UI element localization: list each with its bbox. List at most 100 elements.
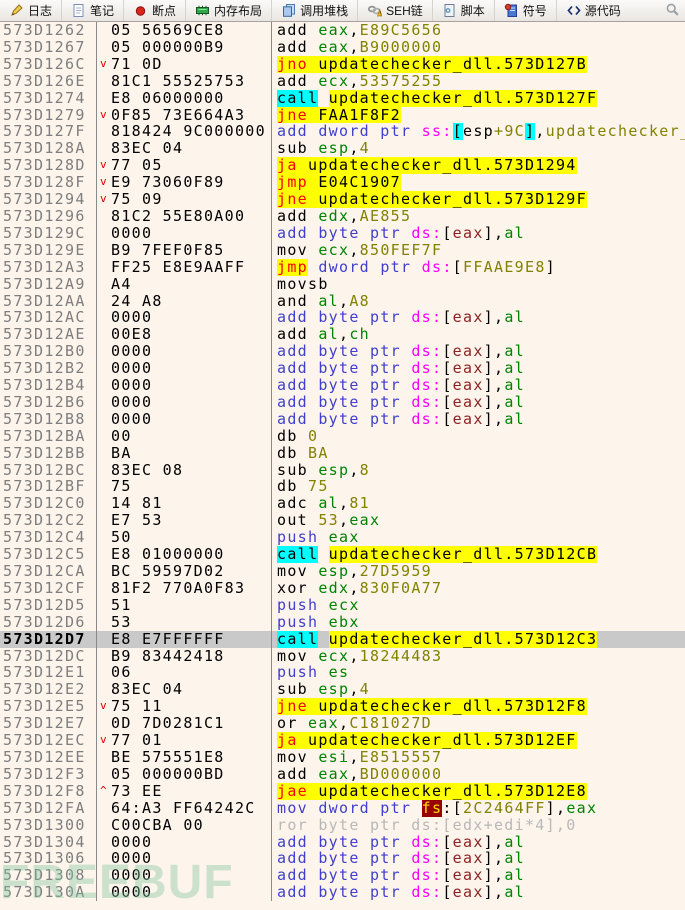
disasm-row[interactable]: 573D12B40000add byte ptr ds:[eax],al	[0, 377, 685, 394]
disasm-cell: or eax,C181027D	[272, 715, 685, 732]
tab-notes[interactable]: 笔记	[61, 0, 123, 21]
tab-log[interactable]: 日志	[0, 0, 61, 21]
disasm-cell: xor edx,830F0A77	[272, 580, 685, 597]
disasm-row[interactable]: 573D126E81C1 55525753add ecx,53575255	[0, 73, 685, 90]
tab-seh-chain[interactable]: !SEH链	[357, 0, 432, 21]
disasm-row[interactable]: 573D128Dv77 05ja updatechecker_dll.573D1…	[0, 157, 685, 174]
tab-source[interactable]: 源代码	[556, 0, 630, 21]
tab-breakpoints[interactable]: 断点	[123, 0, 185, 21]
disasm-row[interactable]: 573D126705 000000B9add eax,B9000000	[0, 39, 685, 56]
disasm-row[interactable]: 573D12D551push ecx	[0, 597, 685, 614]
disasm-row[interactable]: 573D12D653push ebx	[0, 614, 685, 631]
disasm-row[interactable]: 573D130A0000add byte ptr ds:[eax],al	[0, 884, 685, 901]
disassembly-view[interactable]: 573D126205 56569CE8add eax,E89C5656573D1…	[0, 22, 685, 902]
disasm-row[interactable]: 573D12ECv77 01ja updatechecker_dll.573D1…	[0, 732, 685, 749]
address-cell: 573D12C0	[0, 495, 97, 512]
disasm-row[interactable]: 573D1294v75 09jne updatechecker_dll.573D…	[0, 191, 685, 208]
tab-call-stack[interactable]: 调用堆栈	[271, 0, 357, 21]
bytes-cell: 0000	[97, 394, 272, 411]
address-cell: 573D1300	[0, 817, 97, 834]
disasm-row[interactable]: 573D129681C2 55E80A00add edx,AE855	[0, 208, 685, 225]
opcode-bytes: 00	[111, 428, 132, 445]
address-cell: 573D1279	[0, 107, 97, 124]
bytes-cell: v0F85 73E664A3	[97, 107, 272, 124]
disasm-cell: call updatechecker_dll.573D12CB	[272, 546, 685, 563]
tab-memory-map[interactable]: 内存布局	[185, 0, 271, 21]
opcode-bytes: 14 81	[111, 495, 163, 512]
disasm-row[interactable]: 573D12C5E8 01000000call updatechecker_dl…	[0, 546, 685, 563]
address-cell: 573D12BF	[0, 478, 97, 495]
disasm-cell: adc al,81	[272, 495, 685, 512]
disasm-row[interactable]: 573D12BBBAdb BA	[0, 445, 685, 462]
disasm-row[interactable]: 573D13060000add byte ptr ds:[eax],al	[0, 850, 685, 867]
disasm-row[interactable]: 573D12E5v75 11jne updatechecker_dll.573D…	[0, 698, 685, 715]
disasm-row[interactable]: 573D12C2E7 53out 53,eax	[0, 512, 685, 529]
disasm-row[interactable]: 573D12AA24 A8and al,A8	[0, 293, 685, 310]
disasm-row[interactable]: 573D12A9A4movsb	[0, 276, 685, 293]
disasm-row[interactable]: 573D128FvE9 73060F89jmp E04C1907	[0, 174, 685, 191]
arrow-slot	[97, 462, 111, 479]
disasm-cell: sub esp,4	[272, 681, 685, 698]
disasm-row[interactable]: 573D12B20000add byte ptr ds:[eax],al	[0, 360, 685, 377]
disasm-row[interactable]: 573D12B80000add byte ptr ds:[eax],al	[0, 411, 685, 428]
disasm-cell: mov ecx,850FEF7F	[272, 242, 685, 259]
disasm-row[interactable]: 573D1279v0F85 73E664A3jne FAA1F8F2	[0, 107, 685, 124]
disasm-row[interactable]: 573D1274E8 06000000call updatechecker_dl…	[0, 90, 685, 107]
opcode-bytes: 64:A3 FF64242C	[111, 800, 256, 817]
disasm-row[interactable]: 573D12AE00E8add al,ch	[0, 326, 685, 343]
disasm-row[interactable]: 573D12F305 000000BDadd eax,BD000000	[0, 766, 685, 783]
disasm-row[interactable]: 573D12E283EC 04sub esp,4	[0, 681, 685, 698]
disasm-row[interactable]: 573D12B60000add byte ptr ds:[eax],al	[0, 394, 685, 411]
disasm-row[interactable]: 573D12CF81F2 770A0F83xor edx,830F0A77	[0, 580, 685, 597]
search-button[interactable]	[660, 0, 685, 21]
bytes-cell: 83EC 04	[97, 681, 272, 698]
arrow-slot	[97, 681, 111, 698]
disasm-cell: add al,ch	[272, 326, 685, 343]
address-cell: 573D127F	[0, 123, 97, 140]
disasm-row[interactable]: 573D12BC83EC 08sub esp,8	[0, 462, 685, 479]
disasm-row[interactable]: 573D127F818424 9C000000add dword ptr ss:…	[0, 123, 685, 140]
opcode-bytes: 75 09	[111, 191, 163, 208]
bytes-cell: FF25 E8E9AAFF	[97, 259, 272, 276]
tab-label: 源代码	[585, 2, 621, 19]
disasm-row[interactable]: 573D12E70D 7D0281C1or eax,C181027D	[0, 715, 685, 732]
disasm-row[interactable]: 573D12FA64:A3 FF64242Cmov dword ptr fs:[…	[0, 800, 685, 817]
bytes-cell: 50	[97, 529, 272, 546]
disasm-cell: jmp dword ptr ds:[FFAAE9E8]	[272, 259, 685, 276]
disasm-row[interactable]: 573D128A83EC 04sub esp,4	[0, 140, 685, 157]
disasm-row[interactable]: 573D129C0000add byte ptr ds:[eax],al	[0, 225, 685, 242]
opcode-bytes: 00E8	[111, 326, 152, 343]
disasm-row[interactable]: 573D12B00000add byte ptr ds:[eax],al	[0, 343, 685, 360]
disasm-cell: jmp E04C1907	[272, 174, 685, 191]
disasm-row[interactable]: 573D12C450push eax	[0, 529, 685, 546]
disasm-row[interactable]: 573D126205 56569CE8add eax,E89C5656	[0, 22, 685, 39]
bytes-cell: BE 575551E8	[97, 749, 272, 766]
tab-script[interactable]: 脚本	[432, 0, 494, 21]
disasm-row[interactable]: 573D12CABC 59597D02mov esp,27D5959	[0, 563, 685, 580]
disasm-row[interactable]: 573D13040000add byte ptr ds:[eax],al	[0, 834, 685, 851]
opcode-bytes: 0000	[111, 343, 152, 360]
disasm-row[interactable]: 573D12DCB9 83442418mov ecx,18244483	[0, 648, 685, 665]
tab-symbols[interactable]: 符号	[494, 0, 556, 21]
disasm-row[interactable]: 573D12EEBE 575551E8mov esi,E8515557	[0, 749, 685, 766]
disasm-row[interactable]: 573D12AC0000add byte ptr ds:[eax],al	[0, 309, 685, 326]
disasm-row[interactable]: 573D12BA00db 0	[0, 428, 685, 445]
disasm-cell: call updatechecker_dll.573D127F	[272, 90, 685, 107]
disasm-row[interactable]: 573D12E106push es	[0, 664, 685, 681]
disasm-row[interactable]: 573D12F8^73 EEjae updatechecker_dll.573D…	[0, 783, 685, 800]
disasm-row[interactable]: 573D12A3FF25 E8E9AAFFjmp dword ptr ds:[F…	[0, 259, 685, 276]
disasm-row[interactable]: 573D1300C00CBA 00ror byte ptr ds:[edx+ed…	[0, 817, 685, 834]
disasm-row[interactable]: 573D12BF75db 75	[0, 478, 685, 495]
opcode-bytes: E8 E7FFFFFF	[111, 631, 225, 648]
opcode-bytes: 71 0D	[111, 56, 163, 73]
bytes-cell: 53	[97, 614, 272, 631]
opcode-bytes: 05 56569CE8	[111, 22, 225, 39]
disasm-row-selected[interactable]: 573D12D7E8 E7FFFFFFcall updatechecker_dl…	[0, 631, 685, 648]
disasm-row[interactable]: 573D13080000add byte ptr ds:[eax],al	[0, 867, 685, 884]
disasm-row[interactable]: 573D126Cv71 0Djno updatechecker_dll.573D…	[0, 56, 685, 73]
opcode-bytes: 0D 7D0281C1	[111, 715, 225, 732]
disasm-cell: mov esp,27D5959	[272, 563, 685, 580]
disasm-row[interactable]: 573D12C0 14 81 adc al,81	[0, 495, 685, 512]
disasm-row[interactable]: 573D129EB9 7FEF0F85mov ecx,850FEF7F	[0, 242, 685, 259]
jump-up-arrow-icon: ^	[97, 783, 111, 800]
